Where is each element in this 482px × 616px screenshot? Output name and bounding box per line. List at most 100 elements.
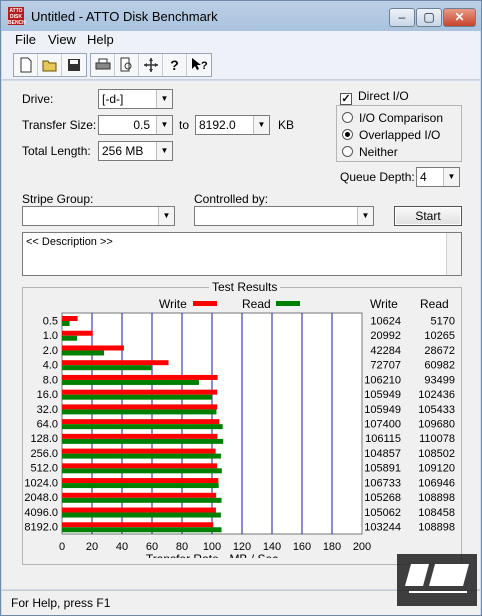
total-length-select[interactable]: 256 MB ▼ [98,141,173,161]
queue-depth-label: Queue Depth: [340,170,415,184]
minimize-icon: – [398,10,406,24]
toolbar-file-group [13,53,87,77]
write-value-label: 42284 [370,345,401,357]
y-category-label: 32.0 [37,404,58,416]
close-button[interactable]: ✕ [443,8,476,27]
chevron-down-icon: ▼ [156,90,172,108]
y-category-label: 16.0 [37,389,58,401]
main-panel: Drive: [-d-] ▼ Transfer Size: 0.5 ▼ to 8… [2,81,480,589]
write-bar [62,419,220,425]
write-value-label: 105062 [364,507,401,519]
status-text: For Help, press F1 [11,596,111,610]
total-length-label: Total Length: [22,144,91,158]
y-category-label: 4096.0 [24,507,58,519]
chevron-down-icon: ▼ [443,168,459,186]
transfer-size-from-select[interactable]: 0.5 ▼ [98,115,173,135]
io-comparison-label: I/O Comparison [359,111,444,125]
write-value-label: 106115 [365,433,401,445]
write-value-label: 105268 [364,492,401,504]
menu-view[interactable]: View [48,32,76,47]
read-bar [62,409,217,415]
read-bar [62,321,70,326]
read-bar [62,350,104,356]
write-value-label: 20992 [370,330,401,342]
controlled-by-select[interactable]: ▼ [194,206,374,226]
read-value-label: 109120 [418,463,455,475]
save-icon [68,59,80,71]
y-category-label: 8.0 [43,374,58,386]
print-button[interactable] [91,54,115,76]
new-file-button[interactable] [14,54,38,76]
write-bar [62,492,217,498]
description-scrollbar[interactable] [446,233,461,275]
direct-io-checkbox[interactable]: ✓ Direct I/O [340,89,409,105]
write-bar [62,463,218,469]
overlapped-io-label: Overlapped I/O [359,128,441,142]
stripe-group-select[interactable]: ▼ [22,206,175,226]
read-value-label: 106946 [418,477,455,489]
read-bar [62,335,78,341]
radio-selected-icon [342,129,353,140]
checkmark-icon: ✓ [340,93,352,105]
move-arrows-icon [143,58,158,72]
write-bar [62,404,218,410]
open-button[interactable] [38,54,62,76]
transfer-from-value: 0.5 [133,118,150,132]
drive-select[interactable]: [-d-] ▼ [98,89,173,109]
read-value-label: 10265 [424,330,455,342]
print-preview-button[interactable] [115,54,139,76]
description-text: << Description >> [26,236,113,248]
read-value-label: 60982 [424,360,455,372]
read-bar [62,483,219,489]
read-bar [62,453,221,459]
move-button[interactable] [139,54,163,76]
svg-text:?: ? [201,60,208,72]
menu-help[interactable]: Help [87,32,114,47]
controlled-by-label: Controlled by: [194,192,269,206]
save-button[interactable] [62,54,86,76]
title-bar[interactable]: ATTO DISK BENCH Untitled - ATTO Disk Bench… [1,1,481,31]
drive-value: [-d-] [102,92,124,106]
read-value-label: 108502 [418,448,455,460]
queue-depth-select[interactable]: 4 ▼ [416,167,460,187]
open-folder-icon [42,60,56,72]
read-value-label: 102436 [418,389,455,401]
neither-radio[interactable]: Neither [342,145,398,159]
write-bar [62,507,216,513]
read-value-label: 105433 [418,404,455,416]
chevron-down-icon: ▼ [253,116,269,134]
y-category-label: 1024.0 [24,477,58,489]
write-value-label: 103244 [364,522,401,534]
chevron-down-icon: ▼ [156,116,172,134]
menu-file[interactable]: File [15,32,36,47]
read-value-label: 5170 [431,315,455,327]
description-field[interactable]: << Description >> [22,232,462,276]
minimize-button[interactable]: – [389,8,415,27]
queue-depth-value: 4 [420,170,427,184]
direct-io-label: Direct I/O [358,89,409,103]
maximize-button[interactable]: ▢ [416,8,442,27]
menu-bar: File View Help [2,31,480,50]
write-bar [62,360,169,366]
overlapped-io-radio[interactable]: Overlapped I/O [342,128,440,142]
chevron-down-icon: ▼ [357,207,373,225]
write-bar [62,330,93,336]
x-tick-label: 40 [116,541,128,553]
write-value-label: 104857 [364,448,401,460]
write-bar [62,316,78,321]
context-help-button[interactable]: ? [187,54,211,76]
toolbar: ? ? [2,50,480,80]
write-bar [62,345,124,351]
read-value-label: 110078 [419,433,455,445]
help-button[interactable]: ? [163,54,187,76]
y-category-label: 1.0 [43,330,58,342]
transfer-size-to-select[interactable]: 8192.0 ▼ [195,115,270,135]
window-title: Untitled - ATTO Disk Benchmark [31,9,218,24]
start-button[interactable]: Start [394,206,462,226]
io-comparison-radio[interactable]: I/O Comparison [342,111,443,125]
x-tick-label: 200 [353,541,371,553]
x-tick-label: 0 [59,541,65,553]
read-bar [62,497,222,503]
write-bar [62,448,216,454]
read-bar [62,424,223,430]
